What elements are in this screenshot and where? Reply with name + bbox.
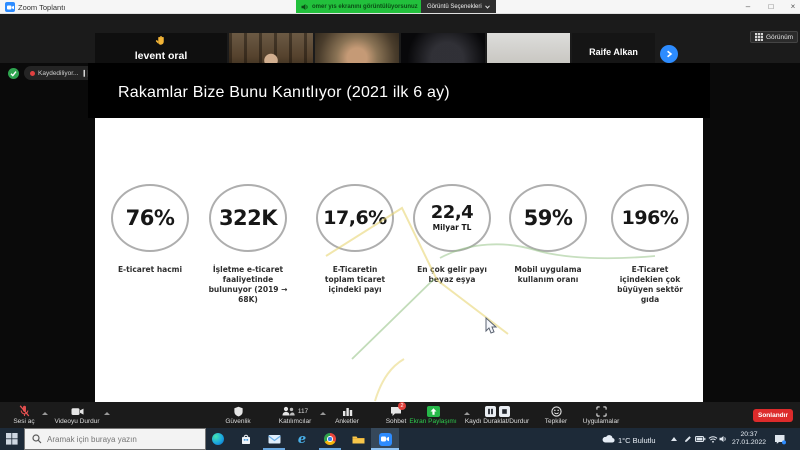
taskbar-zoom-icon[interactable] [371,428,399,450]
camera-icon [71,406,84,417]
chevron-down-icon [485,5,490,9]
recording-dot-icon [30,71,35,76]
maximize-button[interactable]: □ [764,2,778,11]
network-icon[interactable] [708,435,718,443]
taskbar-store-icon[interactable] [232,428,260,450]
participant-name-overlay: Raife Alkan [572,47,655,57]
stat-value: 22,4 [431,204,473,222]
stop-record-icon[interactable] [499,406,510,417]
search-input[interactable] [47,435,197,444]
recording-status: Kaydediliyor... [38,70,78,77]
taskbar-explorer-icon[interactable] [344,428,372,450]
taskbar-search[interactable] [24,428,206,450]
stat-value: 322K [219,208,277,229]
notification-center-icon[interactable] [774,434,786,445]
stat-circle-businesses: 322K [209,184,287,252]
slide-body [95,118,703,402]
taskbar-ie-icon[interactable]: e [288,428,316,450]
volume-icon[interactable] [719,435,728,443]
stat-unit: Milyar TL [433,223,472,232]
stat-circle-revenue: 22,4Milyar TL [413,184,491,252]
slide-title: Rakamlar Bize Bunu Kanıtlıyor (2021 ilk … [118,84,450,102]
cloud-weather-icon[interactable] [602,434,615,443]
taskbar-mail-icon[interactable] [260,428,288,450]
participant-name-overlay: levent oral [95,50,227,62]
clock-time: 20:37 [729,431,769,439]
zoom-toolbar: Sesi aç Videoyu Durdur Güvenlik 117 Katı… [0,402,800,428]
stop-video-button[interactable]: Videoyu Durdur [34,405,120,425]
stat-circle-ecommerce-volume: 76% [111,184,189,252]
windows-logo-icon [6,433,18,445]
bar-chart-icon [342,406,353,416]
stat-circle-mobile-usage: 59% [509,184,587,252]
next-participants-button[interactable] [660,45,678,63]
taskbar-edge-icon[interactable] [204,428,232,450]
window-titlebar: Zoom Toplantı omer yıs ekranını görüntül… [0,0,800,14]
chevron-up-icon[interactable] [104,412,110,415]
screen-share-banner-text: omer yıs ekranını görüntülüyorsunuz [312,4,418,10]
tray-chevron-up-icon[interactable] [671,437,677,441]
screen-share-banner: omer yıs ekranını görüntülüyorsunuz [296,0,423,13]
stat-label: E-Ticaretin toplam ticaret içindeki payı [321,265,389,295]
stat-value: 59% [524,208,573,229]
search-icon [32,434,42,444]
stat-label: İşletme e-ticaret faaliyetinde bulunuyor… [206,265,290,305]
video-strip: Görünüm levent oral levent oral omer yıs… [0,14,800,63]
pen-icon[interactable] [684,435,692,443]
stat-label: E-Ticaret içindekien çok büyüyen sektör … [613,265,687,305]
weather-text[interactable]: 1°C Bulutlu [618,436,656,445]
stat-circle-trade-share: 17,6% [316,184,394,252]
stat-label: Mobil uygulama kullanım oranı [507,265,589,285]
apps-button[interactable]: Uygulamalar [558,405,644,425]
close-button[interactable]: × [786,2,800,11]
pause-record-icon[interactable] [485,406,496,417]
apps-icon [596,406,607,417]
zoom-app-icon [5,2,15,12]
raised-hand-icon [156,35,167,47]
chevron-right-icon [665,50,673,58]
clock-date: 27.01.2022 [729,439,769,447]
taskbar-chrome-icon[interactable] [316,428,344,450]
taskbar-clock[interactable]: 20:37 27.01.2022 [729,431,769,448]
stat-value: 17,6% [323,209,386,228]
stat-circle-fastest-sector: 196% [611,184,689,252]
grid-icon [755,33,763,41]
stat-value: 196% [622,209,679,228]
view-button-label: Görünüm [766,34,793,41]
view-options-label: Görüntü Seçenekleri [427,4,482,10]
stat-label: E-ticaret hacmi [105,265,195,275]
end-meeting-button[interactable]: Sonlandır [753,409,793,422]
minimize-button[interactable]: – [741,2,755,11]
battery-icon[interactable] [695,436,706,442]
muted-mic-icon [19,405,30,417]
view-options-button[interactable]: Görüntü Seçenekleri [421,0,496,13]
speaker-icon [301,3,309,11]
stat-label: En çok gelir payı beyaz eşya [412,265,492,285]
start-button[interactable] [0,428,24,450]
share-screen-icon [427,406,440,417]
stat-value: 76% [126,208,175,229]
window-title: Zoom Toplantı [18,3,65,12]
participants-icon [282,406,295,416]
meeting-secure-icon [8,68,19,79]
view-button[interactable]: Görünüm [750,31,798,43]
shield-icon [233,406,244,417]
